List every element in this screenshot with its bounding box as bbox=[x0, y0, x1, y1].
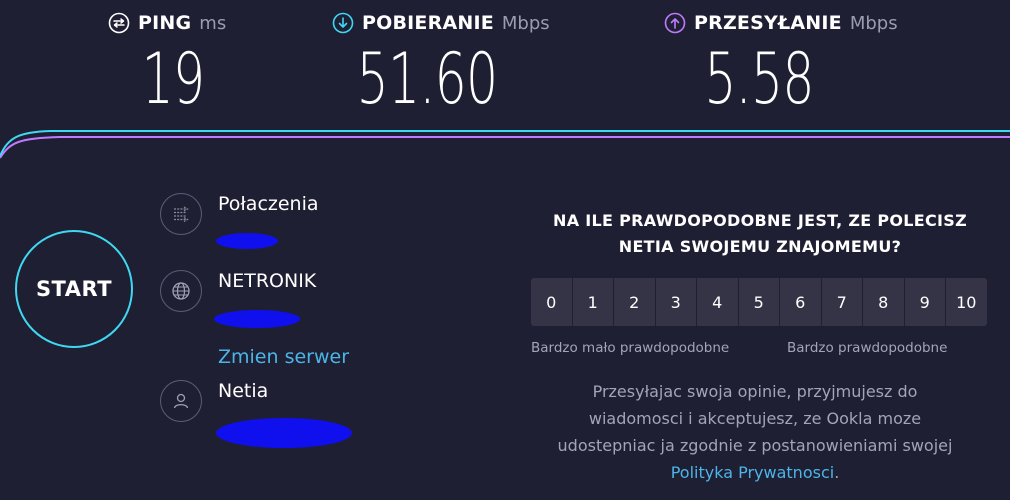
download-unit: Mbps bbox=[501, 12, 550, 34]
scale-high-label: Bardzo prawdopodobne bbox=[787, 340, 948, 356]
consent-line2: wiadomosci i akceptujesz, ze Ookla moze bbox=[588, 409, 922, 428]
rating-button-3[interactable]: 3 bbox=[655, 278, 696, 326]
user-icon bbox=[160, 380, 202, 422]
ping-metric: PING ms 19 bbox=[108, 8, 227, 114]
server-title: NETRONIK bbox=[218, 270, 317, 292]
rating-button-0[interactable]: 0 bbox=[531, 278, 572, 326]
rating-button-7[interactable]: 7 bbox=[821, 278, 862, 326]
rating-button-9[interactable]: 9 bbox=[904, 278, 945, 326]
consent-line1: Przesyłajac swoja opinie, przyjmujesz do bbox=[592, 382, 918, 401]
upload-label: PRZESYŁANIE bbox=[694, 12, 842, 34]
rating-scale: 0 1 2 3 4 5 6 7 8 9 10 bbox=[531, 278, 987, 326]
rating-button-10[interactable]: 10 bbox=[946, 278, 987, 326]
redaction-mark bbox=[216, 233, 278, 249]
speed-graph bbox=[0, 130, 1010, 159]
consent-line3: udostepniac ja zgodnie z postanowieniami… bbox=[557, 436, 953, 455]
redaction-mark bbox=[214, 310, 300, 328]
download-metric: POBIERANIE Mbps 51.60 bbox=[332, 8, 550, 114]
download-value: 51.60 bbox=[356, 38, 498, 120]
privacy-policy-link[interactable]: Polityka Prywatnosci bbox=[671, 463, 834, 482]
download-arrow-icon bbox=[332, 12, 354, 34]
rating-button-1[interactable]: 1 bbox=[572, 278, 613, 326]
rating-button-4[interactable]: 4 bbox=[697, 278, 738, 326]
consent-text: Przesyłajac swoja opinie, przyjmujesz do… bbox=[515, 378, 995, 486]
ping-value: 19 bbox=[141, 38, 205, 120]
download-graph-line bbox=[0, 130, 1010, 157]
start-button[interactable]: START bbox=[15, 230, 133, 348]
upload-arrow-icon bbox=[664, 12, 686, 34]
upload-metric: PRZESYŁANIE Mbps 5.58 bbox=[664, 8, 898, 114]
upload-value: 5.58 bbox=[704, 38, 814, 120]
consent-line4: Polityka Prywatnosci. bbox=[515, 459, 995, 486]
survey-question: NA ILE PRAWDOPODOBNE JEST, ZE POLECISZ N… bbox=[520, 208, 1000, 260]
download-label: POBIERANIE bbox=[362, 12, 494, 34]
upload-graph-line bbox=[0, 136, 1010, 159]
change-server-link[interactable]: Zmien serwer bbox=[218, 346, 349, 368]
survey-question-line2: NETIA SWOJEMU ZNAJOMEMU? bbox=[618, 237, 902, 256]
connections-icon bbox=[160, 193, 202, 235]
ping-unit: ms bbox=[199, 12, 227, 34]
rating-button-8[interactable]: 8 bbox=[863, 278, 904, 326]
ping-icon bbox=[108, 12, 130, 34]
consent-end: . bbox=[834, 463, 840, 482]
connections-title: Połaczenia bbox=[218, 193, 319, 215]
upload-unit: Mbps bbox=[849, 12, 898, 34]
ping-label: PING bbox=[138, 12, 192, 34]
globe-icon bbox=[160, 270, 202, 312]
provider-title: Netia bbox=[218, 380, 269, 402]
redaction-mark bbox=[216, 418, 352, 448]
rating-button-5[interactable]: 5 bbox=[738, 278, 779, 326]
rating-button-2[interactable]: 2 bbox=[614, 278, 655, 326]
start-button-label: START bbox=[35, 277, 113, 301]
rating-button-6[interactable]: 6 bbox=[780, 278, 821, 326]
scale-low-label: Bardzo mało prawdopodobne bbox=[531, 340, 730, 356]
survey-question-line1: NA ILE PRAWDOPODOBNE JEST, ZE POLECISZ bbox=[553, 211, 967, 230]
